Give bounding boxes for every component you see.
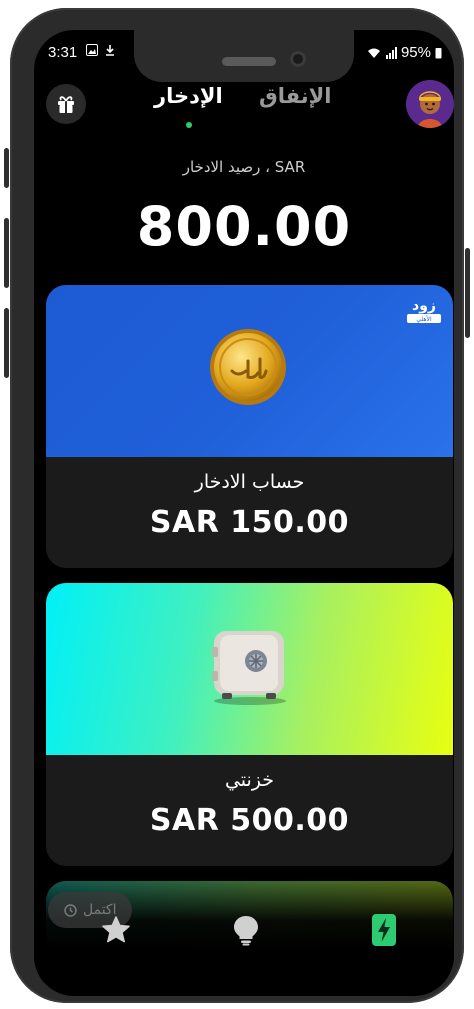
zood-logo: زود الأهلي <box>407 298 441 323</box>
gift-button[interactable] <box>46 84 86 124</box>
card-title: حساب الادخار <box>194 471 305 493</box>
top-bar: الإدخار الإنفاق <box>34 80 454 132</box>
active-tab-indicator <box>186 122 192 128</box>
nav-favorites[interactable] <box>96 910 136 950</box>
bixby-button <box>4 308 9 378</box>
battery-icon <box>435 47 442 58</box>
nav-tips[interactable] <box>226 910 266 950</box>
camera-notch <box>134 30 354 82</box>
download-icon <box>106 45 114 56</box>
nav-power[interactable] <box>364 910 404 950</box>
riyal-coin-icon <box>210 329 286 405</box>
bottom-navigation <box>34 910 454 960</box>
signal-icon <box>385 46 397 59</box>
volume-button-2 <box>4 218 9 288</box>
card-amount: SAR 500.00 <box>149 803 350 838</box>
app-screen: 3:31 95% الإدخار الإنفاق رصيد الادخار ، … <box>34 30 454 996</box>
balance-label: رصيد الادخار ، SAR <box>182 158 306 176</box>
gift-icon <box>58 96 74 113</box>
profile-avatar[interactable] <box>406 80 454 128</box>
bolt-icon <box>372 914 396 946</box>
safe-icon <box>212 631 286 705</box>
wifi-icon <box>367 48 380 58</box>
tab-savings[interactable]: الإدخار <box>154 84 223 108</box>
volume-button <box>4 148 9 188</box>
status-time: 3:31 <box>48 44 78 61</box>
phone-frame: 3:31 95% الإدخار الإنفاق رصيد الادخار ، … <box>4 8 470 1003</box>
speaker-grill <box>222 57 276 66</box>
status-notification-icons <box>86 44 116 56</box>
tab-spending[interactable]: الإنفاق <box>259 84 332 108</box>
card-title: خزنتي <box>224 769 275 791</box>
avatar-icon <box>406 80 454 128</box>
lightbulb-icon <box>234 916 258 946</box>
status-system-icons: 95% <box>367 44 442 61</box>
svg-text:الأهلي: الأهلي <box>416 315 432 323</box>
front-camera <box>290 51 306 67</box>
battery-percent: 95% <box>400 44 431 61</box>
image-icon <box>86 44 98 56</box>
card-banner: زود الأهلي <box>46 285 453 457</box>
balance-value: 800.00 <box>136 195 352 258</box>
card-banner <box>46 583 453 755</box>
svg-text:زود: زود <box>412 298 436 314</box>
savings-account-card[interactable]: زود الأهلي حساب الادخار SAR 150.00 <box>46 285 453 568</box>
star-icon <box>102 916 130 943</box>
my-vault-card[interactable]: خزنتي SAR 500.00 <box>46 583 453 866</box>
card-amount: SAR 150.00 <box>149 505 350 540</box>
power-button <box>465 248 470 338</box>
